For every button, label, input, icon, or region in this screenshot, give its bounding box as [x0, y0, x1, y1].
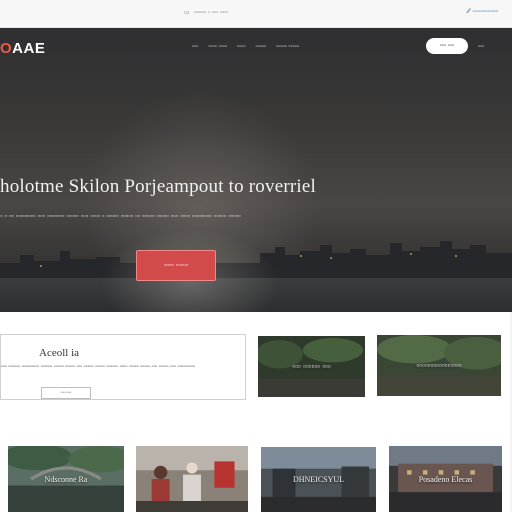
hero-section: OAAE ▫▫▫ ▫▫▫▫ ▫▫▫▫ ▫▫▫▫ ▫▫▫▫▫ ▫▫▫▫▫ ▫▫▫▫… — [0, 28, 512, 312]
gallery-caption-5: DHNEICSYUL — [292, 475, 345, 484]
people-event-image — [136, 446, 248, 512]
nav-item-2[interactable]: ▫▫▫▫ ▫▫▫▫ — [208, 44, 227, 50]
about-button[interactable]: ▫▫▫▫▫▫ — [41, 387, 91, 399]
gallery-caption-2: ▫▫▫▫▫▫▫▫▫▫▫▫▫▫▫▫ — [416, 361, 462, 370]
gallery-thumb-2[interactable]: ▫▫▫▫▫▫▫▫▫▫▫▫▫▫▫▫ — [377, 335, 501, 396]
topbar-right-link[interactable]: ⁄⁄ ▫▫▫▫▫▫▫▫▫▫▫▫ — [467, 9, 498, 15]
logo-name: AAE — [12, 40, 46, 57]
nav-extra-link[interactable]: ▫▫▫ — [478, 44, 484, 50]
topbar-center-text: ▫▫▫▫▫▫ ▫ ▫▫▫ ▫▫▫▫ — [193, 9, 229, 16]
link-icon: ⁄⁄ — [467, 9, 470, 15]
about-title: Aceoll ia — [39, 347, 80, 359]
about-text: ▫▫▫ ▫▫▫▫▫▫ ▫▫▫▫▫▫▫▫▫ ▫▫▫▫▫▫ ▫▫▫▫▫ ▫▫▫▫▫ … — [1, 364, 196, 370]
hero-subtitle: ▫ ▫ ▫▫ ▫▫▫▫▫▫▫▫ ▫▫▫ ▫▫▫▫▫▫▫ ▫▫▫▫▫ ▫▫▫ ▫▫… — [0, 213, 241, 220]
nav-item-1[interactable]: ▫▫▫ — [192, 44, 198, 50]
nav-item-3[interactable]: ▫▫▫▫ — [237, 44, 246, 50]
gallery-thumb-1[interactable]: ▫▫▫ ▫▫▫▫▫▫ ▫▫▫ — [258, 336, 365, 397]
topbar-right-text: ▫▫▫▫▫▫▫▫▫▫▫▫ — [472, 9, 498, 15]
about-card: Aceoll ia ▫▫▫ ▫▫▫▫▫▫ ▫▫▫▫▫▫▫▫▫ ▫▫▫▫▫▫ ▫▫… — [0, 334, 246, 400]
logo-text: OAAE — [0, 40, 45, 57]
nav-cta-button[interactable]: ▫▫▫ ▫▫▫ — [426, 38, 468, 54]
gallery-thumb-5[interactable]: DHNEICSYUL — [261, 447, 376, 512]
gallery-caption-1: ▫▫▫ ▫▫▫▫▫▫ ▫▫▫ — [292, 362, 331, 371]
gallery-thumb-6[interactable]: Posadeno Elecas — [389, 446, 502, 512]
nav-item-5[interactable]: ▫▫▫▫▫ ▫▫▫▫▫ — [276, 44, 299, 50]
monitor-icon: ▭ — [184, 10, 190, 16]
gallery-thumb-4[interactable] — [136, 446, 248, 512]
gallery-thumb-3[interactable]: Ndsconne Ra — [8, 446, 124, 512]
top-utility-bar: ▭ ▫▫▫▫▫▫ ▫ ▫▫▫ ▫▫▫▫ ⁄⁄ ▫▫▫▫▫▫▫▫▫▫▫▫ — [0, 0, 512, 28]
site-logo[interactable]: OAAE — [0, 40, 45, 57]
nav-item-4[interactable]: ▫▫▫▫▫ — [256, 44, 267, 50]
topbar-center[interactable]: ▭ ▫▫▫▫▫▫ ▫ ▫▫▫ ▫▫▫▫ — [184, 9, 229, 17]
gallery-caption-3: Ndsconne Ra — [44, 474, 88, 484]
main-nav: ▫▫▫ ▫▫▫▫ ▫▫▫▫ ▫▫▫▫ ▫▫▫▫▫ ▫▫▫▫▫ ▫▫▫▫▫ — [192, 44, 299, 50]
logo-accent: O — [0, 40, 13, 57]
hero-cta-button[interactable]: ▫▫▫▫ ▫▫▫▫▫ — [136, 250, 216, 281]
gallery-caption-6: Posadeno Elecas — [418, 474, 473, 484]
hero-title: holotme Skilon Porjeampout to roverriel — [0, 176, 316, 197]
